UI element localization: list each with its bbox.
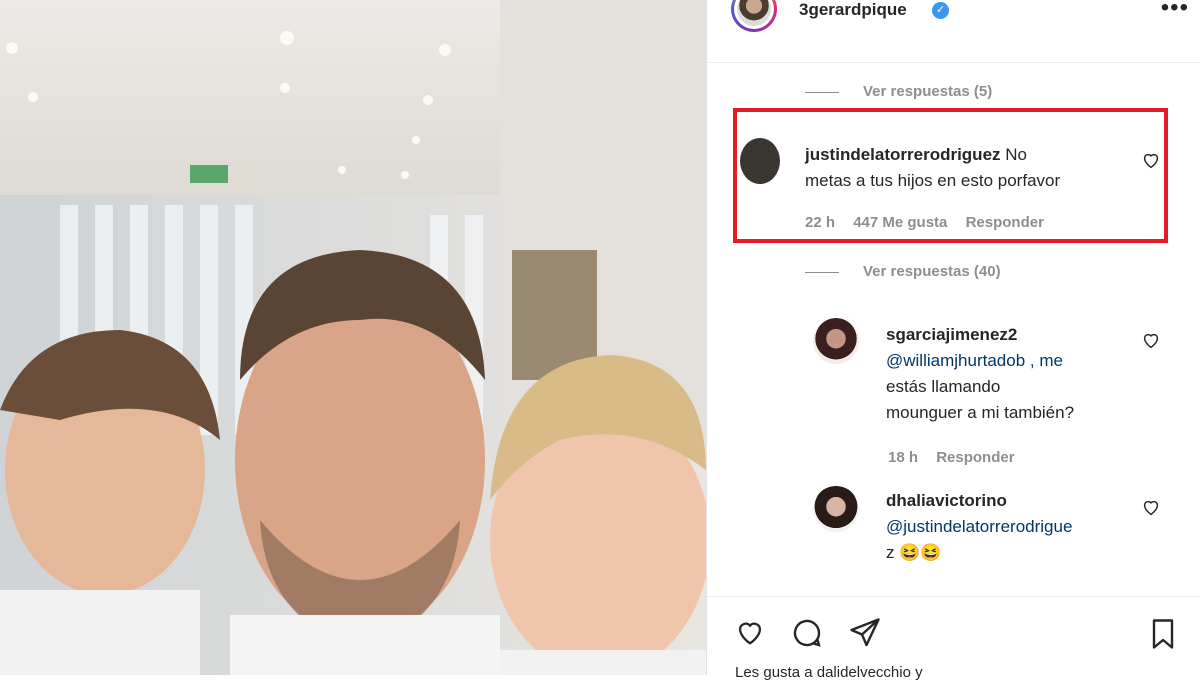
replies-divider xyxy=(805,91,839,93)
reply-text: sgarciajimenez2 @williamjhurtadob , me e… xyxy=(886,322,1166,426)
replies-divider xyxy=(805,271,839,273)
reply-body-1: @williamjhurtadob , me xyxy=(886,351,1063,370)
author-avatar[interactable] xyxy=(731,0,777,32)
share-icon[interactable] xyxy=(847,615,883,651)
bookmark-icon[interactable] xyxy=(1145,615,1181,653)
reply-time[interactable]: 18 h xyxy=(888,449,918,466)
commenter-avatar[interactable] xyxy=(740,138,780,184)
reply2-body-1: @justindelatorrerodrigue xyxy=(886,517,1073,536)
post-photo[interactable] xyxy=(0,0,706,675)
reply-button[interactable]: Responder xyxy=(966,214,1044,231)
reply-username-2[interactable]: dhaliavictorino xyxy=(886,491,1007,510)
reply-body-2: estás llamando xyxy=(886,377,1001,396)
view-replies-label: Ver respuestas (40) xyxy=(863,263,1001,280)
view-replies-button[interactable]: Ver respuestas (5) xyxy=(805,83,992,100)
comment-body-2: metas a tus hijos en esto porfavor xyxy=(805,171,1061,190)
reply-body-3: mounguer a mi también? xyxy=(886,403,1075,422)
comment-likes[interactable]: 447 Me gusta xyxy=(853,214,947,231)
view-replies-label: Ver respuestas (5) xyxy=(863,83,993,100)
heart-icon[interactable] xyxy=(731,615,769,649)
comments-panel: 3gerardpique ✓ ••• Ver respuestas (5) ju… xyxy=(706,0,1200,681)
comment-icon[interactable] xyxy=(789,615,825,651)
heart-icon[interactable] xyxy=(1140,149,1162,171)
comment-text: justindelatorrerodriguez No metas a tus … xyxy=(805,142,1145,194)
comment-username[interactable]: justindelatorrerodriguez xyxy=(805,145,1001,164)
reply-avatar[interactable] xyxy=(813,318,859,364)
reply-text-2: dhaliavictorino @justindelatorrerodrigue… xyxy=(886,488,1176,566)
reply-button[interactable]: Responder xyxy=(936,449,1014,466)
photo-illustration xyxy=(0,0,706,675)
comment-meta: 22 h 447 Me gusta Responder xyxy=(805,214,1058,231)
heart-icon[interactable] xyxy=(1140,329,1162,351)
reply-username[interactable]: sgarciajimenez2 xyxy=(886,325,1017,344)
comment-time[interactable]: 22 h xyxy=(805,214,835,231)
heart-icon[interactable] xyxy=(1140,496,1162,518)
comment-body-1: No xyxy=(1005,145,1027,164)
likes-summary[interactable]: Les gusta a dalidelvecchio y xyxy=(735,664,923,681)
reply2-body-2: z 😆😆 xyxy=(886,543,942,562)
view-replies-button-2[interactable]: Ver respuestas (40) xyxy=(805,263,1001,280)
reply-avatar-2[interactable] xyxy=(813,486,859,532)
action-bar xyxy=(707,596,1200,667)
post-header: 3gerardpique ✓ ••• xyxy=(707,0,1200,63)
reply-meta: 18 h Responder xyxy=(888,449,1029,466)
verified-icon: ✓ xyxy=(932,2,949,19)
author-username[interactable]: 3gerardpique xyxy=(799,0,907,20)
more-icon[interactable]: ••• xyxy=(1161,0,1189,22)
